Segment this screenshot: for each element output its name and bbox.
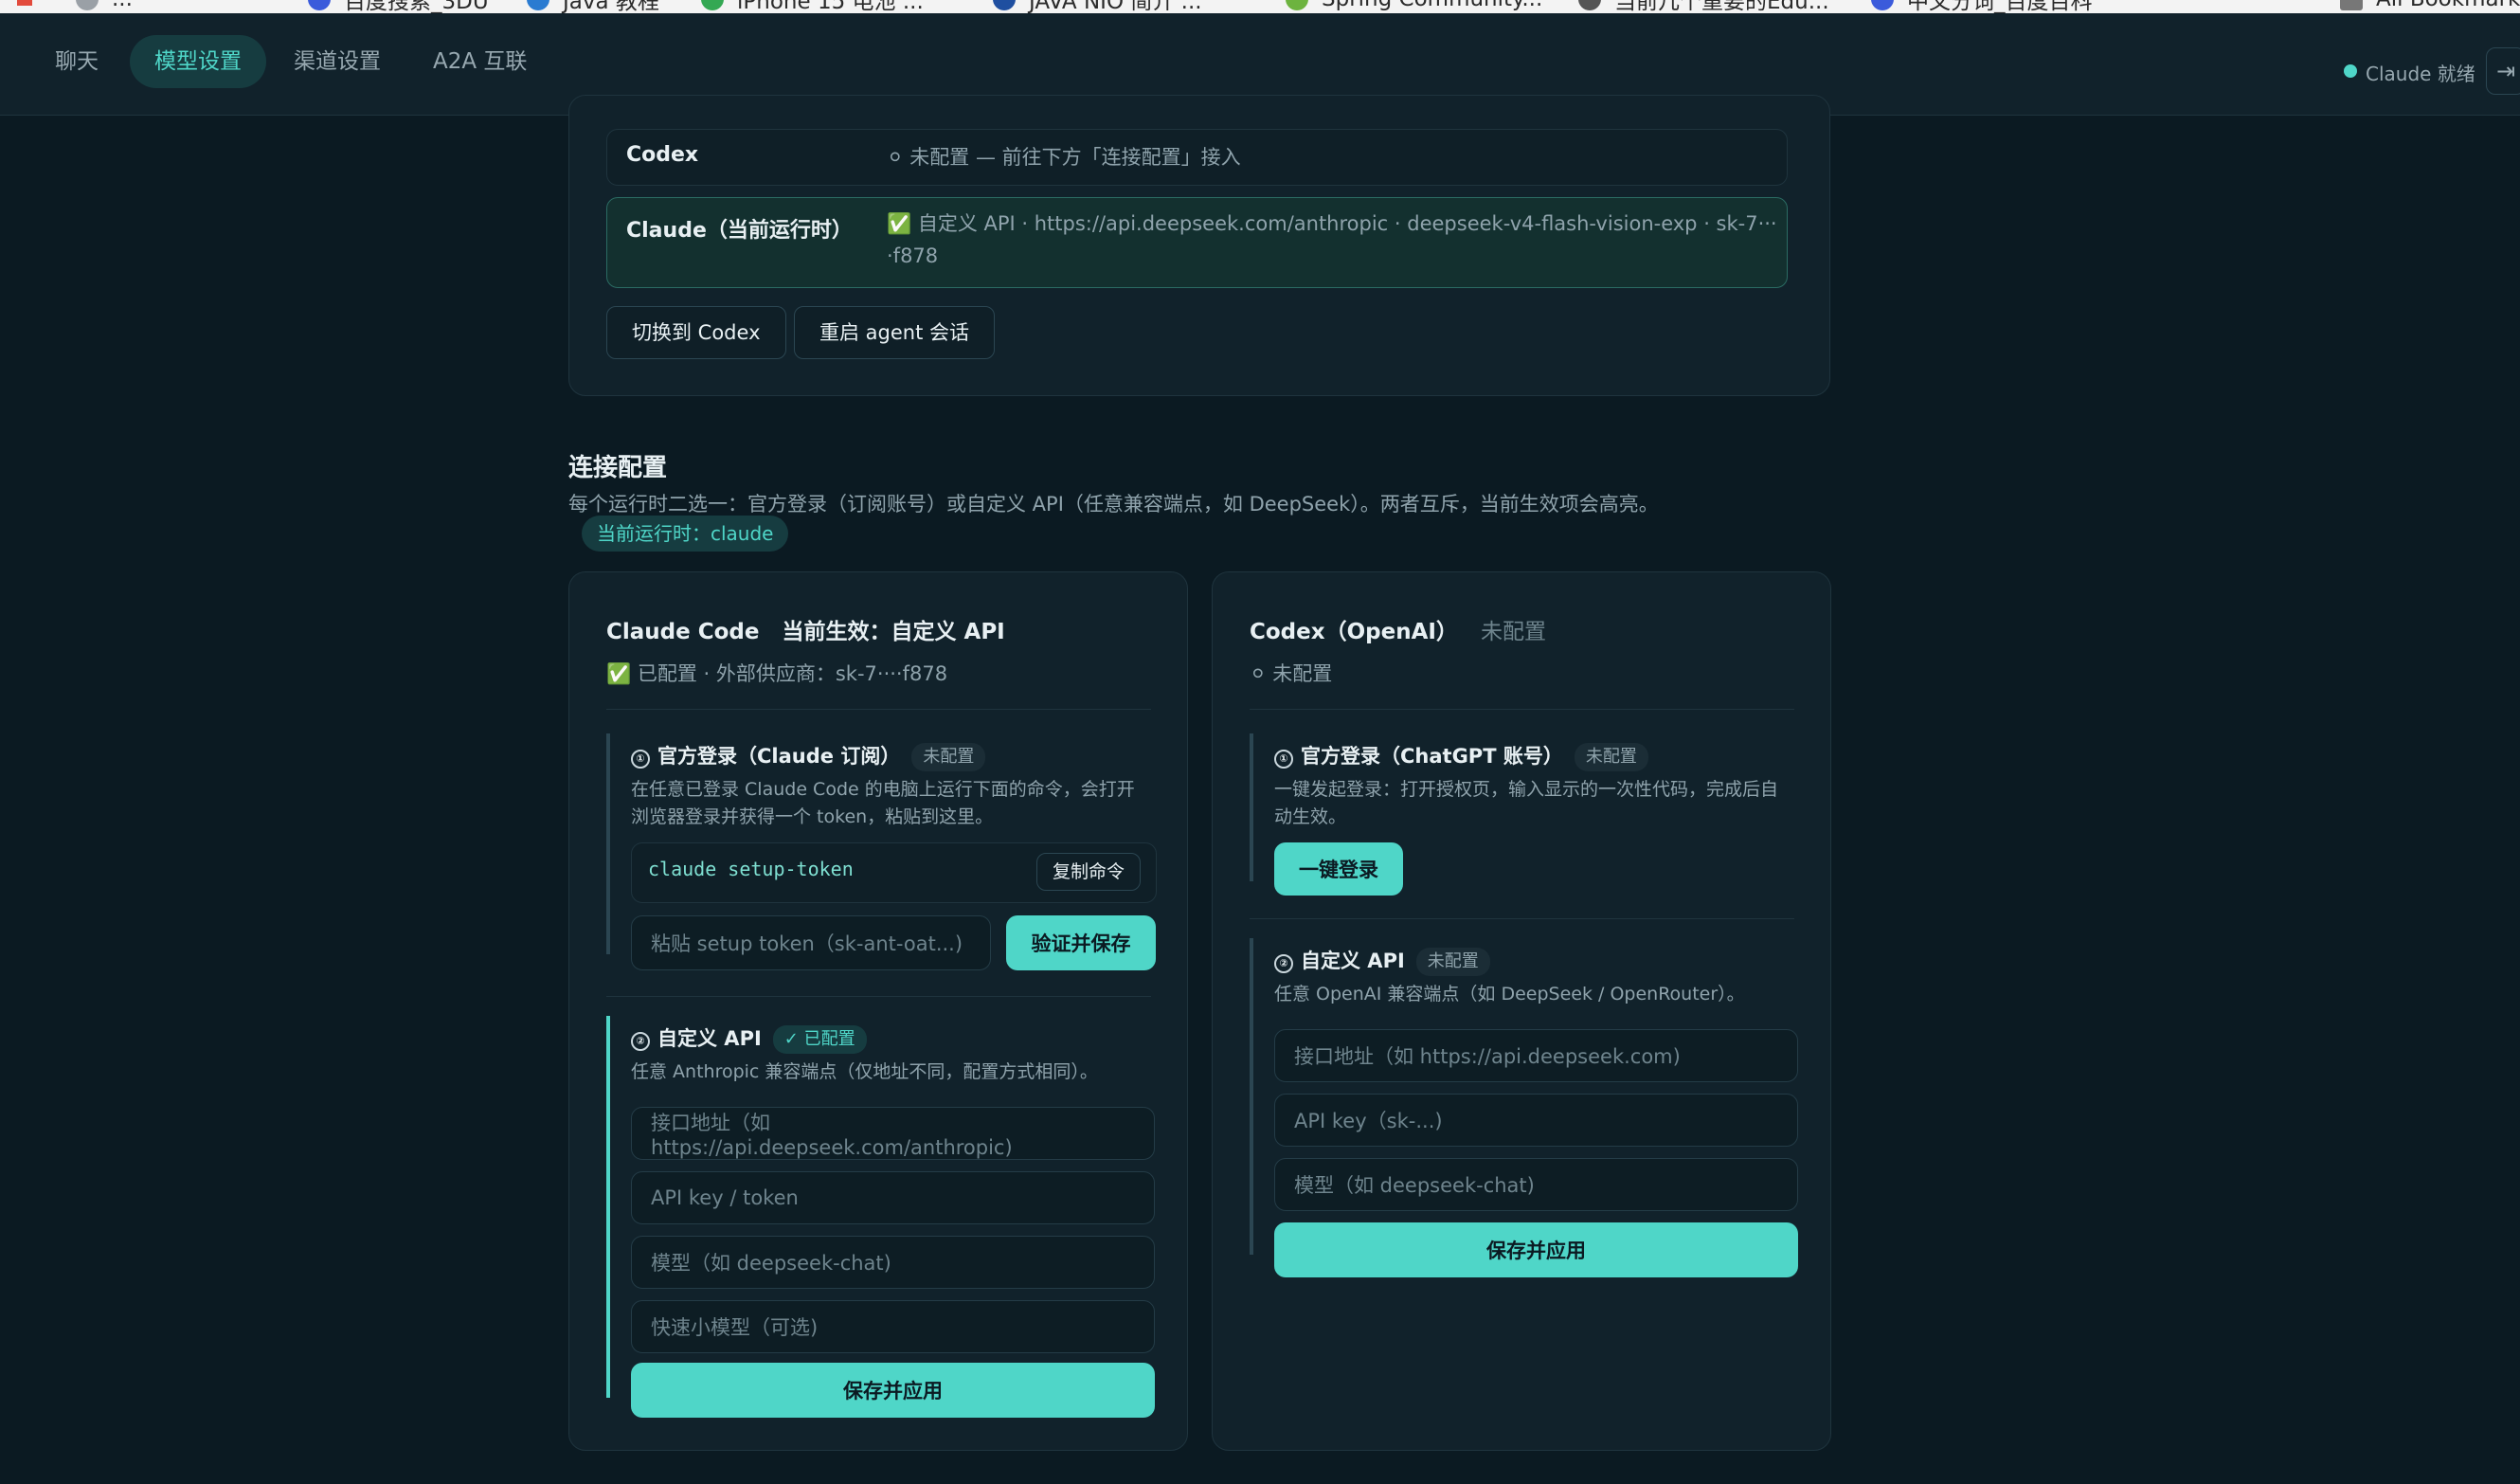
codex-custom-title-text: 自定义 API bbox=[1301, 950, 1405, 972]
claude-card-name: Claude Code bbox=[606, 620, 760, 644]
codex-card-status: ⚪ 未配置 bbox=[1250, 662, 1333, 685]
claude-official-desc: 在任意已登录 Claude Code 的电脑上运行下面的命令，会打开浏览器登录并… bbox=[631, 779, 1135, 827]
claude-official-badge: 未配置 bbox=[911, 743, 986, 771]
tab-model-settings[interactable]: 模型设置 bbox=[130, 35, 266, 88]
verify-save-button[interactable]: 验证并保存 bbox=[1006, 915, 1156, 970]
step-one-icon: ① bbox=[631, 750, 650, 769]
divider bbox=[606, 996, 1151, 997]
bookmark-item[interactable]: 中文分词_百度百科 bbox=[1871, 0, 2093, 13]
bookmark-favicon bbox=[993, 0, 1016, 10]
one-click-login-button[interactable]: 一键登录 bbox=[1274, 842, 1403, 896]
codex-official-login-section: ① 官方登录（ChatGPT 账号） 未配置 一键发起登录：打开授权页，输入显示的一… bbox=[1250, 733, 1799, 896]
setup-token-input[interactable]: 粘贴 setup token（sk-ant-oat...) bbox=[631, 915, 991, 970]
bookmark-item[interactable]: Spring Community... bbox=[1286, 0, 1542, 11]
step-two-icon: ② bbox=[1274, 954, 1293, 973]
claude-custom-api-section: ② 自定义 API ✓ 已配置 任意 Anthropic 兼容端点（仅地址不同，配置… bbox=[606, 1016, 1156, 1418]
runtime-codex-label: Codex bbox=[626, 143, 699, 167]
tab-chat[interactable]: 聊天 bbox=[30, 35, 123, 88]
codex-official-badge: 未配置 bbox=[1574, 743, 1648, 771]
claude-official-title-text: 官方登录（Claude 订阅） bbox=[657, 745, 901, 768]
runtime-row-claude: Claude（当前运行时） ✅ 自定义 API · https://api.de… bbox=[606, 197, 1788, 288]
codex-official-title: ① 官方登录（ChatGPT 账号） 未配置 bbox=[1274, 741, 1648, 771]
claude-custom-title: ② 自定义 API ✓ 已配置 bbox=[631, 1023, 867, 1054]
divider bbox=[606, 709, 1151, 710]
copy-command-button[interactable]: 复制命令 bbox=[1035, 853, 1141, 891]
bookmark-favicon bbox=[527, 0, 549, 10]
claude-save-apply-button[interactable]: 保存并应用 bbox=[631, 1363, 1155, 1418]
codex-custom-title: ② 自定义 API 未配置 bbox=[1274, 946, 1490, 976]
bookmark-favicon bbox=[308, 0, 331, 10]
claude-api-key-input[interactable]: API key / token bbox=[631, 1171, 1155, 1224]
codex-card: Codex（OpenAI） 未配置 ⚪ 未配置 ① 官方登录（ChatGPT 账号… bbox=[1212, 571, 1831, 1451]
status-text: Claude 就绪 bbox=[2366, 63, 2475, 85]
bookmark-item[interactable]: JAVA NIO 简介 ... bbox=[993, 0, 1202, 13]
status-indicator-icon bbox=[2344, 64, 2357, 78]
tab-a2a[interactable]: A2A 互联 bbox=[408, 35, 551, 88]
logout-icon: ⇥ bbox=[2495, 58, 2516, 84]
codex-official-title-text: 官方登录（ChatGPT 账号） bbox=[1301, 745, 1563, 768]
claude-official-title: ① 官方登录（Claude 订阅） 未配置 bbox=[631, 741, 986, 771]
claude-card-effective: 当前生效：自定义 API bbox=[782, 620, 1005, 644]
claude-official-login-section: ① 官方登录（Claude 订阅） 未配置 在任意已登录 Claude Code 的… bbox=[606, 733, 1157, 970]
logout-button[interactable]: ⇥ bbox=[2486, 47, 2520, 95]
codex-custom-api-section: ② 自定义 API 未配置 任意 OpenAI 兼容端点（如 DeepSeek / … bbox=[1250, 938, 1799, 1277]
bookmark-favicon bbox=[1578, 0, 1601, 10]
codex-save-apply-button[interactable]: 保存并应用 bbox=[1274, 1222, 1798, 1277]
all-bookmarks[interactable]: All Bookmarks bbox=[2340, 0, 2520, 11]
switch-to-codex-button[interactable]: 切换到 Codex bbox=[606, 306, 786, 359]
codex-api-key-input[interactable]: API key（sk-...) bbox=[1274, 1094, 1798, 1147]
tab-indicator bbox=[17, 0, 32, 6]
runtime-row-codex: Codex ⚪ 未配置 — 前往下方「连接配置」接入 bbox=[606, 129, 1788, 186]
codex-model-input[interactable]: 模型（如 deepseek-chat) bbox=[1274, 1158, 1798, 1211]
codex-card-effective: 未配置 bbox=[1480, 620, 1546, 644]
claude-fast-model-input[interactable]: 快速小模型（可选) bbox=[631, 1300, 1155, 1353]
runtime-claude-value: ✅ 自定义 API · https://api.deepseek.com/ant… bbox=[887, 212, 1777, 267]
bookmark-favicon bbox=[701, 0, 724, 10]
divider bbox=[1250, 918, 1794, 919]
runtime-claude-label: Claude（当前运行时） bbox=[626, 219, 853, 243]
connection-desc: 每个运行时二选一：官方登录（订阅账号）或自定义 API（任意兼容端点，如 Dee… bbox=[568, 493, 1659, 516]
claude-custom-title-text: 自定义 API bbox=[657, 1027, 762, 1050]
bookmark-favicon bbox=[76, 0, 99, 10]
codex-custom-desc: 任意 OpenAI 兼容端点（如 DeepSeek / OpenRouter）。 bbox=[1274, 984, 1745, 1004]
runtime-card: Codex ⚪ 未配置 — 前往下方「连接配置」接入 Claude（当前运行时）… bbox=[568, 95, 1830, 396]
claude-card-title: Claude Code 当前生效：自定义 API bbox=[606, 613, 1005, 645]
claude-custom-desc: 任意 Anthropic 兼容端点（仅地址不同，配置方式相同）。 bbox=[631, 1061, 1098, 1082]
codex-endpoint-input[interactable]: 接口地址（如 https://api.deepseek.com) bbox=[1274, 1029, 1798, 1082]
bookmark-item[interactable]: Java 教程 bbox=[527, 0, 659, 13]
bookmark-favicon bbox=[1871, 0, 1894, 10]
connection-title: 连接配置 bbox=[568, 454, 668, 482]
claude-model-input[interactable]: 模型（如 deepseek-chat) bbox=[631, 1236, 1155, 1289]
codex-custom-badge: 未配置 bbox=[1415, 948, 1490, 976]
codex-official-desc: 一键发起登录：打开授权页，输入显示的一次性代码，完成后自动生效。 bbox=[1274, 779, 1779, 827]
bookmarks-bar: ... 百度搜索_3DU Java 教程 iPhone 15 电池 ... JA… bbox=[0, 0, 2520, 14]
codex-card-title: Codex（OpenAI） 未配置 bbox=[1250, 613, 1546, 645]
bookmark-item[interactable]: 百度搜索_3DU bbox=[308, 0, 489, 13]
folder-icon bbox=[2340, 0, 2363, 10]
claude-code-card: Claude Code 当前生效：自定义 API ✅ 已配置 · 外部供应商：s… bbox=[568, 571, 1188, 1451]
tab-channel-settings[interactable]: 渠道设置 bbox=[269, 35, 405, 88]
command-box: claude setup-token 复制命令 bbox=[631, 842, 1157, 903]
step-one-icon: ① bbox=[1274, 750, 1293, 769]
divider bbox=[1250, 709, 1794, 710]
step-two-icon: ② bbox=[631, 1032, 650, 1051]
restart-agent-button[interactable]: 重启 agent 会话 bbox=[794, 306, 996, 359]
runtime-pill: 当前运行时：claude bbox=[582, 516, 789, 552]
runtime-codex-value: ⚪ 未配置 — 前往下方「连接配置」接入 bbox=[887, 146, 1241, 169]
claude-card-status: ✅ 已配置 · 外部供应商：sk-7····f878 bbox=[606, 662, 948, 685]
bookmark-favicon bbox=[1286, 0, 1308, 10]
claude-custom-badge: ✓ 已配置 bbox=[772, 1025, 867, 1054]
bookmark-item[interactable]: 当前几个重要的Edu... bbox=[1578, 0, 1829, 13]
setup-command: claude setup-token bbox=[648, 858, 854, 880]
claude-endpoint-input[interactable]: 接口地址（如 https://api.deepseek.com/anthropi… bbox=[631, 1107, 1155, 1160]
bookmark-item[interactable]: ... bbox=[76, 0, 133, 11]
codex-card-name: Codex（OpenAI） bbox=[1250, 620, 1458, 644]
bookmark-item[interactable]: iPhone 15 电池 ... bbox=[701, 0, 924, 13]
